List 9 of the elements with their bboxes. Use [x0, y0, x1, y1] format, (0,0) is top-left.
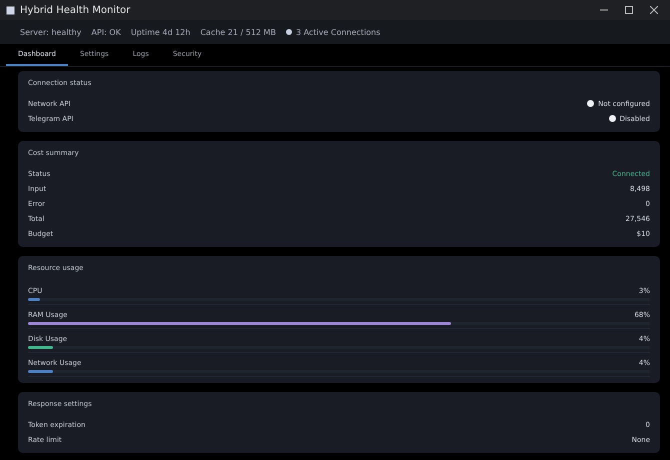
- status-text: Server: healthy: [20, 28, 82, 36]
- maximize-icon: [625, 6, 633, 14]
- window-title: Hybrid Health Monitor: [20, 4, 132, 16]
- status-text: Uptime 4d 12h: [130, 28, 190, 36]
- close-icon: [650, 6, 658, 14]
- app-icon: [6, 6, 15, 14]
- status-text: Cache 21 / 512 MB: [200, 28, 276, 36]
- status-text: API: OK: [91, 28, 121, 36]
- status-text: 3 Active Connections: [296, 28, 380, 36]
